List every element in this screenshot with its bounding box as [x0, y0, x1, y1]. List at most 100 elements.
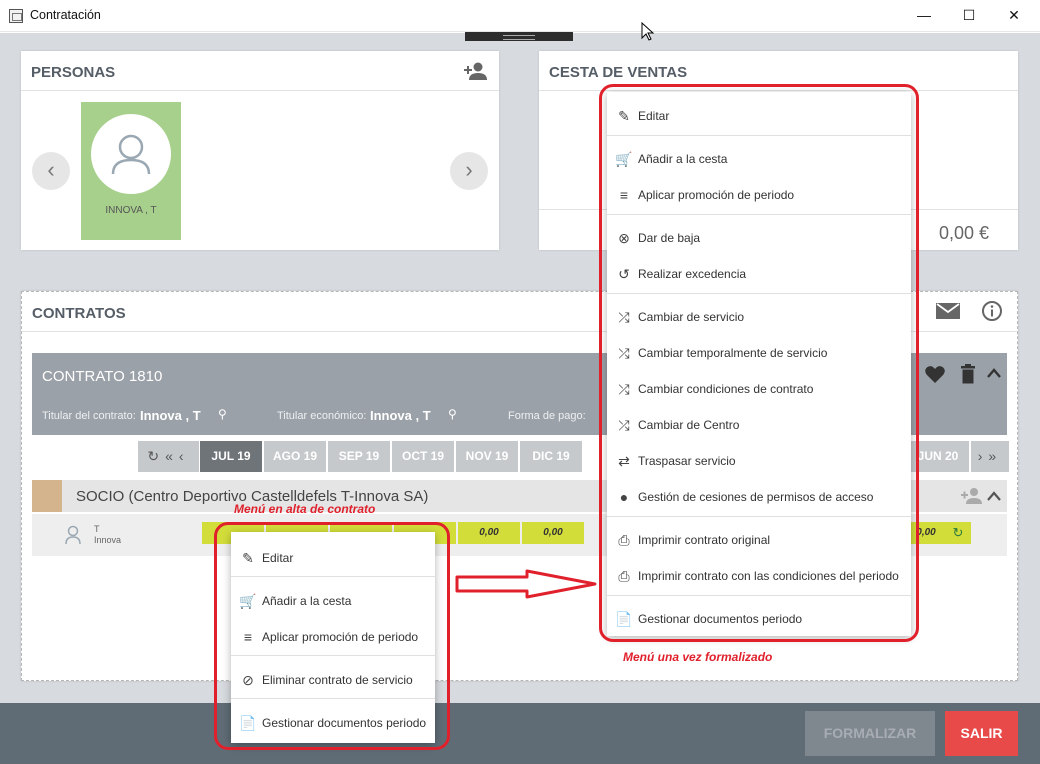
month-cell[interactable]: 0,00 — [522, 522, 584, 544]
menu-item-anadir-cesta[interactable]: 🛒 Añadir a la cesta — [607, 142, 911, 176]
cart-add-icon: 🛒 — [615, 151, 633, 167]
menu-item-label: Gestionar documentos periodo — [638, 612, 803, 626]
search-icon[interactable]: ⚲ — [218, 407, 227, 421]
formalizar-button[interactable]: FORMALIZAR — [805, 711, 935, 756]
chevron-up-icon[interactable] — [986, 490, 1002, 502]
history-icon: ↺ — [618, 266, 630, 282]
month-tab-2[interactable]: SEP 19 — [328, 441, 390, 472]
menu-item-cambiar-servicio[interactable]: ⤮ Cambiar de servicio — [607, 300, 911, 334]
add-person-icon[interactable] — [463, 61, 489, 81]
arrow-icon — [455, 569, 597, 599]
menu-item-anadir-cesta[interactable]: 🛒 Añadir a la cesta — [231, 584, 435, 618]
document-icon: 📄 — [239, 715, 257, 731]
heart-icon[interactable] — [924, 365, 946, 385]
month-tab-last[interactable]: JUN 20 — [907, 441, 969, 472]
trash-icon[interactable] — [960, 364, 976, 384]
menu-item-cambiar-condiciones[interactable]: ⤮ Cambiar condiciones de contrato — [607, 372, 911, 406]
personas-title: PERSONAS — [31, 64, 116, 81]
menu-item-realizar-excedencia[interactable]: ↺ Realizar excedencia — [607, 257, 911, 291]
menu-item-gestionar-documentos[interactable]: 📄 Gestionar documentos periodo — [607, 602, 911, 636]
month-tab-5[interactable]: DIC 19 — [520, 441, 582, 472]
menu-separator — [231, 576, 435, 577]
chevron-up-icon[interactable] — [986, 367, 1002, 379]
left-menu-annotation: Menú en alta de contrato — [234, 502, 376, 516]
menu-item-gestionar-documentos[interactable]: 📄 Gestionar documentos periodo — [231, 706, 435, 740]
drag-handle[interactable] — [465, 32, 573, 41]
menu-separator — [607, 595, 911, 596]
playlist-add-icon: ≡ — [243, 629, 253, 645]
month-cell[interactable]: 0,00 — [907, 522, 945, 544]
refresh-icon[interactable]: ↻ — [945, 522, 971, 544]
menu-separator — [607, 293, 911, 294]
shuffle-icon: ⤮ — [618, 417, 630, 433]
mouse-cursor-icon — [641, 22, 655, 41]
member-last: Innova — [94, 535, 122, 545]
economico-label: Titular económico: — [277, 410, 367, 422]
month-tab-3[interactable]: OCT 19 — [392, 441, 454, 472]
printer-icon: ⎙ — [618, 568, 630, 584]
month-cell[interactable]: 0,00 — [458, 522, 520, 544]
shuffle-icon: ⤮ — [618, 309, 630, 325]
menu-item-dar-de-baja[interactable]: ⊗ Dar de baja — [607, 221, 911, 255]
month-nav-left[interactable]: ↻«‹ — [138, 441, 199, 472]
month-tab-4[interactable]: NOV 19 — [456, 441, 518, 472]
person-outline-icon — [111, 134, 151, 175]
next-person-button[interactable]: › — [450, 152, 488, 190]
basket-total: 0,00 € — [939, 223, 990, 243]
menu-item-label: Cambiar condiciones de contrato — [638, 382, 814, 396]
menu-separator — [607, 135, 911, 136]
menu-item-gestion-cesiones[interactable]: ● Gestión de cesiones de permisos de acc… — [607, 480, 911, 514]
menu-item-imprimir-original[interactable]: ⎙ Imprimir contrato original — [607, 523, 911, 557]
close-button[interactable]: ✕ — [999, 4, 1029, 26]
search-icon[interactable]: ⚲ — [448, 407, 457, 421]
printer-icon: ⎙ — [618, 532, 630, 548]
menu-item-label: Cambiar de Centro — [638, 418, 740, 432]
member-name: T Innova — [94, 524, 121, 546]
menu-separator — [231, 698, 435, 699]
maximize-button[interactable]: ☐ — [954, 4, 984, 26]
person-outline-icon — [65, 525, 81, 545]
menu-item-aplicar-promocion[interactable]: ≡ Aplicar promoción de periodo — [231, 620, 435, 654]
prev-person-button[interactable]: ‹ — [32, 152, 70, 190]
menu-item-label: Cambiar de servicio — [638, 310, 745, 324]
add-person-icon[interactable] — [961, 487, 983, 505]
menu-item-aplicar-promocion[interactable]: ≡ Aplicar promoción de periodo — [607, 178, 911, 212]
month-nav-right[interactable]: ›» — [971, 441, 1009, 472]
month-tab-0[interactable]: JUL 19 — [200, 441, 262, 472]
shuffle-icon: ⤮ — [618, 345, 630, 361]
menu-item-label: Añadir a la cesta — [638, 152, 728, 166]
mail-icon[interactable] — [935, 301, 961, 321]
menu-item-label: Añadir a la cesta — [262, 594, 352, 608]
salir-button[interactable]: SALIR — [945, 711, 1018, 756]
menu-item-label: Editar — [262, 551, 294, 565]
shuffle-icon: ⤮ — [618, 381, 630, 397]
menu-item-cambiar-centro[interactable]: ⤮ Cambiar de Centro — [607, 408, 911, 442]
menu-item-eliminar-contrato[interactable]: ⊘ Eliminar contrato de servicio — [231, 663, 435, 697]
person-card[interactable]: INNOVA , T — [81, 102, 181, 240]
person-icon: ● — [619, 489, 629, 505]
menu-item-label: Aplicar promoción de periodo — [638, 188, 795, 202]
app-icon — [9, 9, 23, 23]
month-tab-1[interactable]: AGO 19 — [264, 441, 326, 472]
menu-item-editar[interactable]: ✎ Editar — [231, 541, 435, 575]
avatar — [91, 114, 171, 194]
pencil-icon: ✎ — [242, 550, 254, 566]
contratos-title: CONTRATOS — [32, 305, 126, 322]
menu-item-label: Imprimir contrato con las condiciones de… — [638, 569, 899, 583]
person-name: INNOVA , T — [105, 205, 157, 216]
menu-item-editar[interactable]: ✎ Editar — [607, 99, 911, 133]
title-bar: Contratación — ☐ ✕ — [0, 0, 1040, 32]
economico-value: Innova , T — [370, 408, 431, 423]
menu-item-label: Realizar excedencia — [638, 267, 747, 281]
document-icon: 📄 — [615, 611, 633, 627]
info-icon[interactable] — [981, 300, 1003, 322]
menu-separator — [607, 214, 911, 215]
menu-item-traspasar-servicio[interactable]: ⇄ Traspasar servicio — [607, 444, 911, 478]
right-context-menu: ✎ Editar 🛒 Añadir a la cesta ≡ Aplicar p… — [607, 92, 911, 636]
menu-item-imprimir-periodo[interactable]: ⎙ Imprimir contrato con las condiciones … — [607, 559, 911, 593]
swap-icon: ⇄ — [618, 453, 630, 469]
menu-item-label: Editar — [638, 109, 670, 123]
minimize-button[interactable]: — — [909, 4, 939, 26]
left-context-menu: ✎ Editar 🛒 Añadir a la cesta ≡ Aplicar p… — [231, 532, 435, 743]
menu-item-cambiar-temporalmente[interactable]: ⤮ Cambiar temporalmente de servicio — [607, 336, 911, 370]
